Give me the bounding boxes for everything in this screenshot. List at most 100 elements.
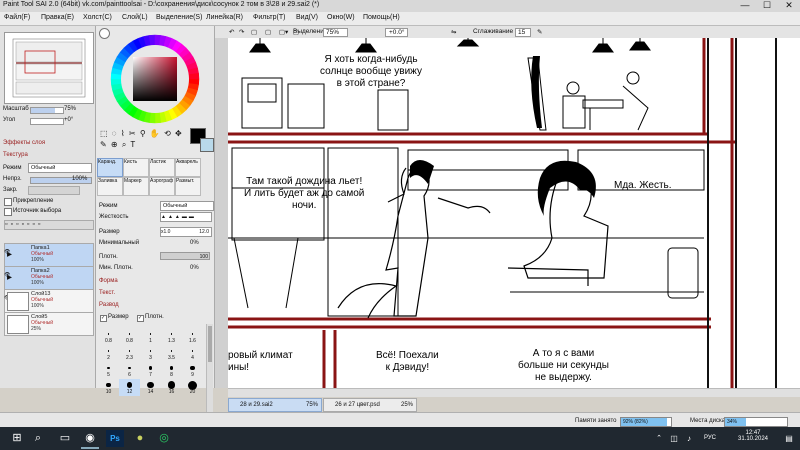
undo-icon[interactable]: ↶ xyxy=(229,28,234,36)
brush-size-cell[interactable]: 7 xyxy=(140,362,161,379)
maximize-button[interactable]: ☐ xyxy=(756,0,778,12)
brush-size-cell[interactable]: 1 xyxy=(140,328,161,345)
layer-item[interactable]: 👁 Слой13 Обычный 100% xyxy=(4,289,94,313)
density-label: Плотн. xyxy=(99,254,118,260)
layer-item[interactable]: 👁 ▸ Папка1 Обычный 100% xyxy=(4,243,94,267)
layer-opacity: 100% xyxy=(31,257,44,263)
smoothing-select[interactable]: 15 xyxy=(515,28,532,37)
hardness-shapes[interactable]: ▲▲▲▬▬ xyxy=(160,212,212,222)
blend-section[interactable]: Развод xyxy=(99,302,119,308)
brush-tool-brush[interactable]: Кисть xyxy=(123,158,149,177)
brush-size-cell[interactable]: 10 xyxy=(98,379,119,396)
window-title: Paint Tool SAI 2.0 (64bit) vk.com/paintt… xyxy=(3,1,320,8)
minimize-button[interactable]: — xyxy=(734,0,756,12)
brush-size-cell[interactable]: 16 xyxy=(161,379,182,396)
brush-size-cell[interactable]: 9 xyxy=(182,362,203,379)
menu-canvas[interactable]: Холст(C) xyxy=(83,14,112,21)
flip-icon[interactable]: ⇋ xyxy=(451,28,456,36)
chrome-icon[interactable]: ◉ xyxy=(81,430,99,449)
brush-size-cell[interactable]: 14 xyxy=(140,379,161,396)
input-language[interactable]: РУС xyxy=(700,430,720,447)
navigator-preview[interactable] xyxy=(4,32,94,104)
horizontal-scrollbar[interactable] xyxy=(228,388,800,397)
layer-item[interactable]: Слой5 Обычный 25% xyxy=(4,312,94,336)
selection-source-checkbox[interactable] xyxy=(4,208,12,216)
tool-grid[interactable]: ⬚ ◌ ⌇ ✂ ⚲ ✋ ⟲ ✥ ✎ ⊕ ⌕ T xyxy=(100,128,190,150)
brush-size-cell[interactable]: 3 xyxy=(140,345,161,362)
clock[interactable]: 12:47 31.10.2024 xyxy=(736,430,770,442)
brush-size-cell[interactable]: 3.5 xyxy=(161,345,182,362)
brush-tool-pencil[interactable]: Каранд. xyxy=(97,158,123,177)
secondary-color-swatch[interactable] xyxy=(200,138,214,152)
brush-size-cell[interactable]: 1.3 xyxy=(161,328,182,345)
whatsapp-icon[interactable]: ◎ xyxy=(155,430,173,447)
brush-tool-airbrush[interactable]: Аэрограф xyxy=(149,177,175,196)
brush-size-scrollbar[interactable] xyxy=(206,324,213,414)
menu-file[interactable]: Файл(F) xyxy=(4,14,30,21)
brush-size-grid[interactable]: 0.8 0.8 1 1.3 1.6 2 2.3 3 3.5 4 5 6 7 8 9 10 12 14 16 20 xyxy=(98,324,204,414)
brush-size-cell[interactable]: 5 xyxy=(98,362,119,379)
brush-size-cell[interactable]: 1.6 xyxy=(182,328,203,345)
menu-window[interactable]: Окно(W) xyxy=(327,14,355,21)
size-field[interactable]: x1.0 12.0 xyxy=(160,227,212,237)
brush-size-cell[interactable]: 12 xyxy=(119,379,140,396)
redo-icon[interactable]: ↷ xyxy=(239,28,244,36)
photoshop-icon[interactable]: Ps xyxy=(106,430,124,447)
brush-dot xyxy=(167,381,176,389)
brush-size-cell[interactable]: 2 xyxy=(98,345,119,362)
brush-size-cell[interactable]: 4 xyxy=(182,345,203,362)
volume-icon[interactable]: ♪ xyxy=(680,430,698,447)
layer-item[interactable]: 👁 ▸ Папка2 Обычный 100% xyxy=(4,266,94,290)
brush-tool-watercolor[interactable]: Акварель xyxy=(175,158,201,177)
file-tab[interactable]: 28 и 29.sai2 75% xyxy=(228,398,322,412)
brush-tool-blur[interactable]: Размыт. xyxy=(175,177,201,196)
brush-tool-marker[interactable]: Маркер xyxy=(123,177,149,196)
close-button[interactable]: ✕ xyxy=(778,0,800,12)
notifications-icon[interactable]: ▤ xyxy=(780,430,798,447)
menu-selection[interactable]: Выделение(S) xyxy=(156,14,202,21)
pressure-size-checkbox[interactable]: ✓ xyxy=(100,315,107,322)
brush-size-cell[interactable]: 8 xyxy=(161,362,182,379)
search-icon[interactable]: ⌕ xyxy=(29,430,47,447)
pressure-density-checkbox[interactable]: ✓ xyxy=(137,315,144,322)
drawing-canvas[interactable]: Я хоть когда-нибудь солнце вообще увижу в … xyxy=(228,38,800,388)
menu-edit[interactable]: Правка(E) xyxy=(41,14,74,21)
color-wheel[interactable] xyxy=(110,34,200,124)
zoom-slider[interactable] xyxy=(30,107,64,114)
windows-start-icon[interactable]: ⊞ xyxy=(8,430,26,447)
menu-ruler[interactable]: Линейка(R) xyxy=(206,14,243,21)
angle-field[interactable]: +0.0° xyxy=(385,28,409,37)
task-view-icon[interactable]: ▭ xyxy=(56,430,74,447)
zoom-select[interactable]: 75% xyxy=(323,28,349,37)
pen-pressure-icon[interactable]: ✎ xyxy=(537,28,542,36)
brush-size-cell[interactable]: 0.8 xyxy=(98,328,119,345)
texture-section[interactable]: Текстура xyxy=(3,152,28,158)
file-tab[interactable]: 26 и 27 цвет.psd 25% xyxy=(323,398,417,412)
blend-mode-select[interactable]: Обычный xyxy=(28,163,92,173)
layer-thumbnail xyxy=(7,315,29,334)
clip-checkbox[interactable] xyxy=(4,198,12,206)
selection-source-label: Источник выбора xyxy=(13,208,62,214)
shape-section[interactable]: Форма xyxy=(99,278,118,284)
texture-section[interactable]: Текст. xyxy=(99,290,115,296)
density-slider[interactable]: 100 xyxy=(160,252,210,260)
color-wheel-mode-icon[interactable] xyxy=(99,28,110,39)
selection-visibility-icon[interactable]: ▾ xyxy=(285,28,288,36)
brush-size-cell[interactable]: 6 xyxy=(119,362,140,379)
menu-help[interactable]: Помощь(H) xyxy=(363,14,400,21)
menu-layer[interactable]: Слой(L) xyxy=(122,14,148,21)
brush-size-cell[interactable]: 0.8 xyxy=(119,328,140,345)
brush-mode-select[interactable]: Обычный xyxy=(160,201,214,211)
lock-buttons[interactable] xyxy=(28,186,80,195)
menu-filter[interactable]: Фильтр(T) xyxy=(253,14,285,21)
layer-effects-section[interactable]: Эффекты слоя xyxy=(3,140,45,146)
menu-view[interactable]: Вид(V) xyxy=(296,14,318,21)
layer-toolbar[interactable]: ▫▫▫▫▫▫▫ xyxy=(4,220,94,230)
brush-tool-eraser[interactable]: Ластик xyxy=(149,158,175,177)
brush-size-label: 8 xyxy=(170,372,173,378)
rotate-slider[interactable] xyxy=(30,118,64,125)
sai-app-icon[interactable]: ● xyxy=(131,430,149,447)
brush-tool-fill[interactable]: Заливка xyxy=(97,177,123,196)
brush-size-cell[interactable]: 20 xyxy=(182,379,203,396)
brush-size-cell[interactable]: 2.3 xyxy=(119,345,140,362)
